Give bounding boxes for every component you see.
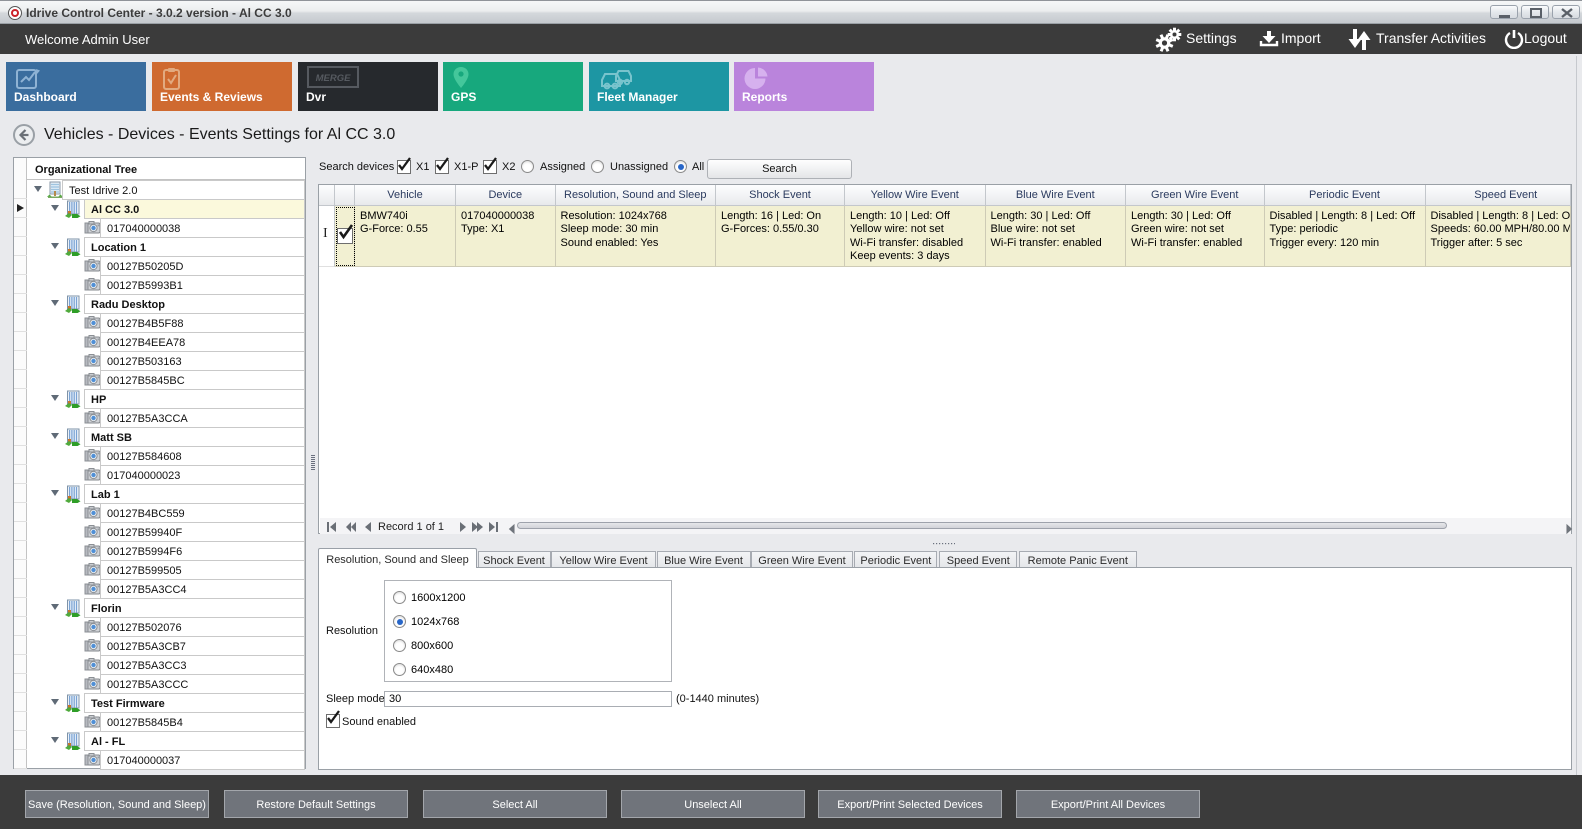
svg-text:MERGE: MERGE bbox=[316, 73, 352, 84]
